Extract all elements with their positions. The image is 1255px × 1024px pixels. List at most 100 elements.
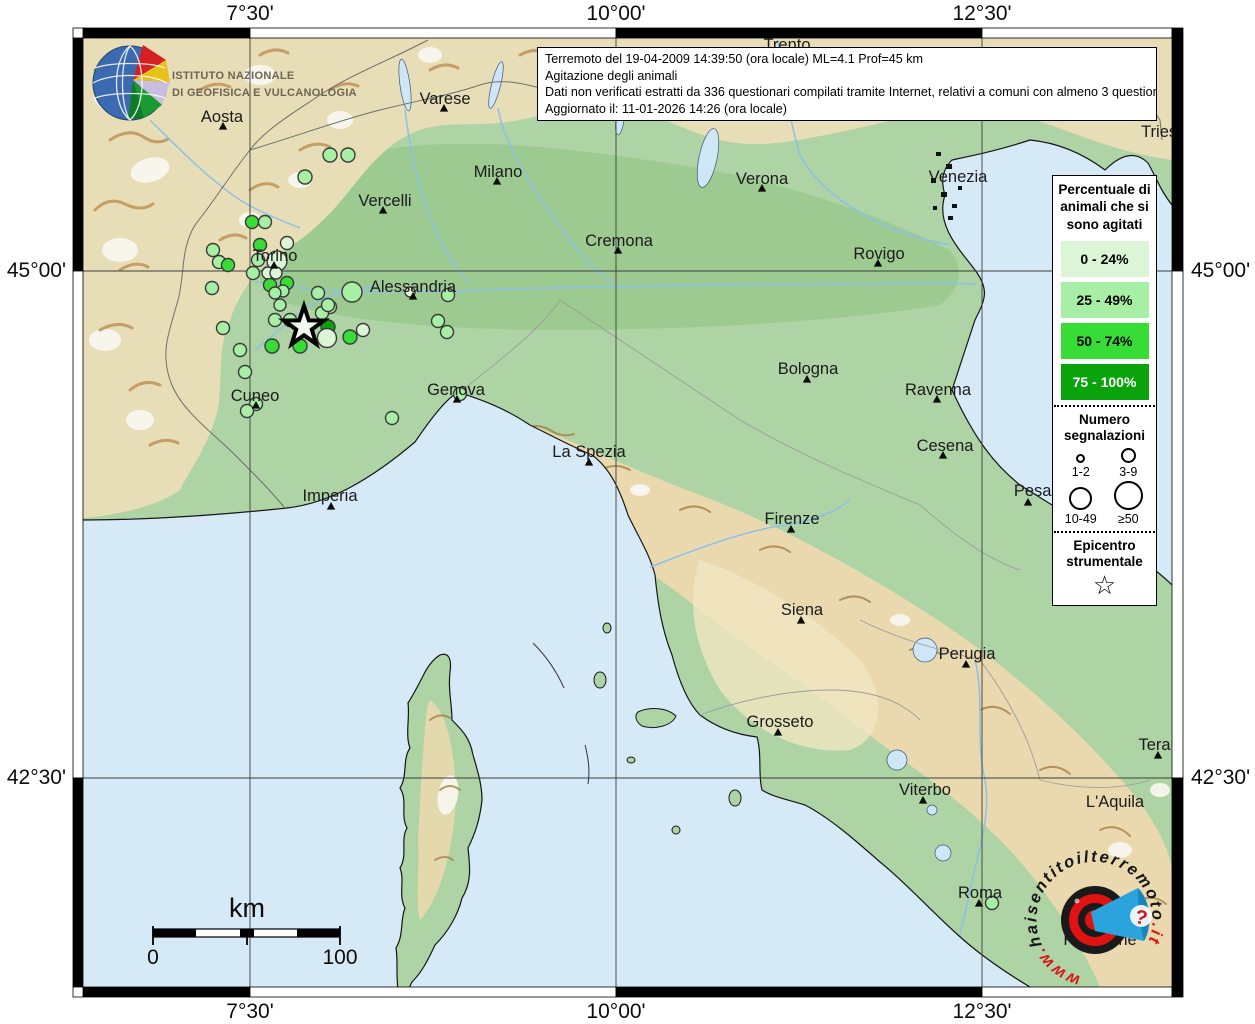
report-point bbox=[267, 312, 283, 328]
info-line-event: Terremoto del 19-04-2009 14:39:50 (ora l… bbox=[545, 52, 924, 66]
axis-left-lat-1: 45°00' bbox=[7, 259, 66, 282]
map-page: km 0 100 ISTITUTO NAZIONALE DI GEOFISICA… bbox=[0, 0, 1255, 1024]
city-label: Perugia bbox=[939, 645, 997, 663]
legend-count-item: 10-49 bbox=[1057, 481, 1105, 526]
city-label: Genova bbox=[427, 381, 486, 399]
map-graphic bbox=[1074, 898, 1080, 904]
map-graphic bbox=[82, 986, 251, 998]
map-graphic bbox=[1171, 27, 1184, 39]
legend-counts: 1-2 3-9 10-49 ≥50 bbox=[1053, 444, 1156, 528]
city-label: Alessandria bbox=[370, 278, 457, 296]
map-graphic bbox=[1171, 270, 1184, 779]
report-point bbox=[439, 324, 455, 340]
count-label: ≥50 bbox=[1117, 512, 1139, 527]
report-point bbox=[220, 257, 236, 273]
count-circle-icon bbox=[1069, 487, 1093, 511]
report-point bbox=[269, 266, 283, 280]
map-graphic bbox=[82, 27, 251, 39]
map-graphic bbox=[418, 47, 442, 63]
report-point bbox=[244, 214, 260, 230]
map-graphic bbox=[1171, 37, 1184, 272]
map-graphic bbox=[941, 192, 947, 197]
map-graphic bbox=[933, 206, 937, 210]
report-point bbox=[204, 280, 220, 296]
map-graphic bbox=[912, 637, 938, 663]
legend-separator bbox=[1054, 531, 1155, 534]
city-label: Cuneo bbox=[231, 387, 280, 405]
count-label: 10-49 bbox=[1064, 512, 1097, 527]
axis-top-lon-2: 10°00' bbox=[586, 2, 645, 25]
city-label: Bologna bbox=[778, 360, 839, 378]
map-graphic bbox=[89, 329, 121, 351]
map-graphic bbox=[593, 671, 607, 689]
map-graphic bbox=[72, 37, 84, 272]
map-graphic bbox=[981, 986, 1173, 998]
city-label: La Spezia bbox=[552, 443, 626, 461]
legend-class-swatch: 25 - 49% bbox=[1060, 281, 1149, 318]
map-graphic bbox=[671, 825, 681, 835]
report-point bbox=[232, 342, 248, 358]
map-graphic bbox=[1171, 986, 1184, 998]
info-line-updated: Aggiornato il: 11-01-2026 14:26 (ora loc… bbox=[545, 101, 787, 116]
map-graphic bbox=[602, 622, 612, 634]
city-label: Milano bbox=[474, 163, 523, 181]
ingv-line1: ISTITUTO NAZIONALE bbox=[172, 70, 295, 82]
report-point bbox=[297, 169, 313, 185]
axis-left-lat-2: 42°30' bbox=[7, 766, 66, 789]
count-label: 3-9 bbox=[1119, 465, 1138, 480]
map-graphic bbox=[890, 614, 910, 626]
map-graphic bbox=[72, 777, 84, 988]
axis-bottom-lon-3: 12°30' bbox=[952, 1000, 1011, 1023]
map-graphic bbox=[72, 27, 84, 39]
ingv-line2: DI GEOFISICA E VULCANOLOGIA bbox=[172, 87, 357, 99]
city-label: Roma bbox=[958, 884, 1003, 902]
count-label: 1-2 bbox=[1071, 465, 1090, 480]
map-graphic bbox=[72, 986, 84, 998]
map-graphic bbox=[926, 804, 938, 816]
count-circle-icon bbox=[1113, 481, 1143, 511]
city-label: Vercelli bbox=[358, 192, 411, 210]
legend-counts-title: Numero segnalazioni bbox=[1063, 411, 1146, 443]
city-label: Imperia bbox=[302, 487, 358, 505]
map-graphic bbox=[981, 27, 1173, 39]
city-label: Ravenna bbox=[905, 381, 972, 399]
report-point bbox=[430, 313, 446, 329]
axis-right-lat-2: 42°30' bbox=[1191, 766, 1250, 789]
legend-class-swatch: 50 - 74% bbox=[1060, 322, 1149, 359]
info-line-type: Agitazione degli animali bbox=[545, 68, 678, 83]
legend-class-swatch: 0 - 24% bbox=[1060, 240, 1149, 277]
legend-count-item: 1-2 bbox=[1057, 448, 1105, 479]
axis-bottom-lon-2: 10°00' bbox=[586, 1000, 645, 1023]
scale-unit: km bbox=[229, 893, 265, 923]
city-label: Aosta bbox=[201, 108, 244, 126]
count-circle-icon bbox=[1120, 448, 1136, 464]
map-graphic bbox=[615, 27, 983, 39]
report-point bbox=[355, 322, 371, 338]
city-label: Siena bbox=[781, 601, 824, 619]
axis-right-lat-1: 45°00' bbox=[1191, 259, 1250, 282]
report-point bbox=[273, 298, 287, 312]
report-point bbox=[384, 410, 400, 426]
map-graphic bbox=[615, 986, 983, 998]
map-graphic bbox=[948, 216, 953, 220]
report-point bbox=[320, 297, 336, 313]
legend: Percentuale di animali che si sono agita… bbox=[1052, 175, 1157, 606]
map-graphic bbox=[153, 929, 196, 937]
report-point bbox=[341, 281, 363, 303]
axis-top-lon-3: 12°30' bbox=[952, 2, 1011, 25]
map-graphic bbox=[958, 186, 962, 190]
report-point bbox=[268, 286, 282, 300]
legend-separator bbox=[1054, 404, 1155, 407]
report-point bbox=[342, 329, 358, 345]
legend-epicenter-title: Epicentro strumentale bbox=[1066, 538, 1143, 570]
legend-class-swatch: 75 - 100% bbox=[1060, 363, 1149, 400]
report-point bbox=[316, 327, 338, 349]
map-graphic bbox=[728, 789, 742, 807]
legend-classes: 0 - 24% 25 - 49% 50 - 74% 75 - 100% bbox=[1053, 240, 1156, 400]
map-graphic bbox=[626, 756, 636, 764]
city-label: Grosseto bbox=[747, 713, 814, 731]
info-line-source: Dati non verificati estratti da 336 ques… bbox=[545, 85, 1157, 100]
map-graphic bbox=[249, 27, 617, 39]
city-label: Viterbo bbox=[899, 781, 951, 799]
map-graphic bbox=[936, 152, 941, 156]
